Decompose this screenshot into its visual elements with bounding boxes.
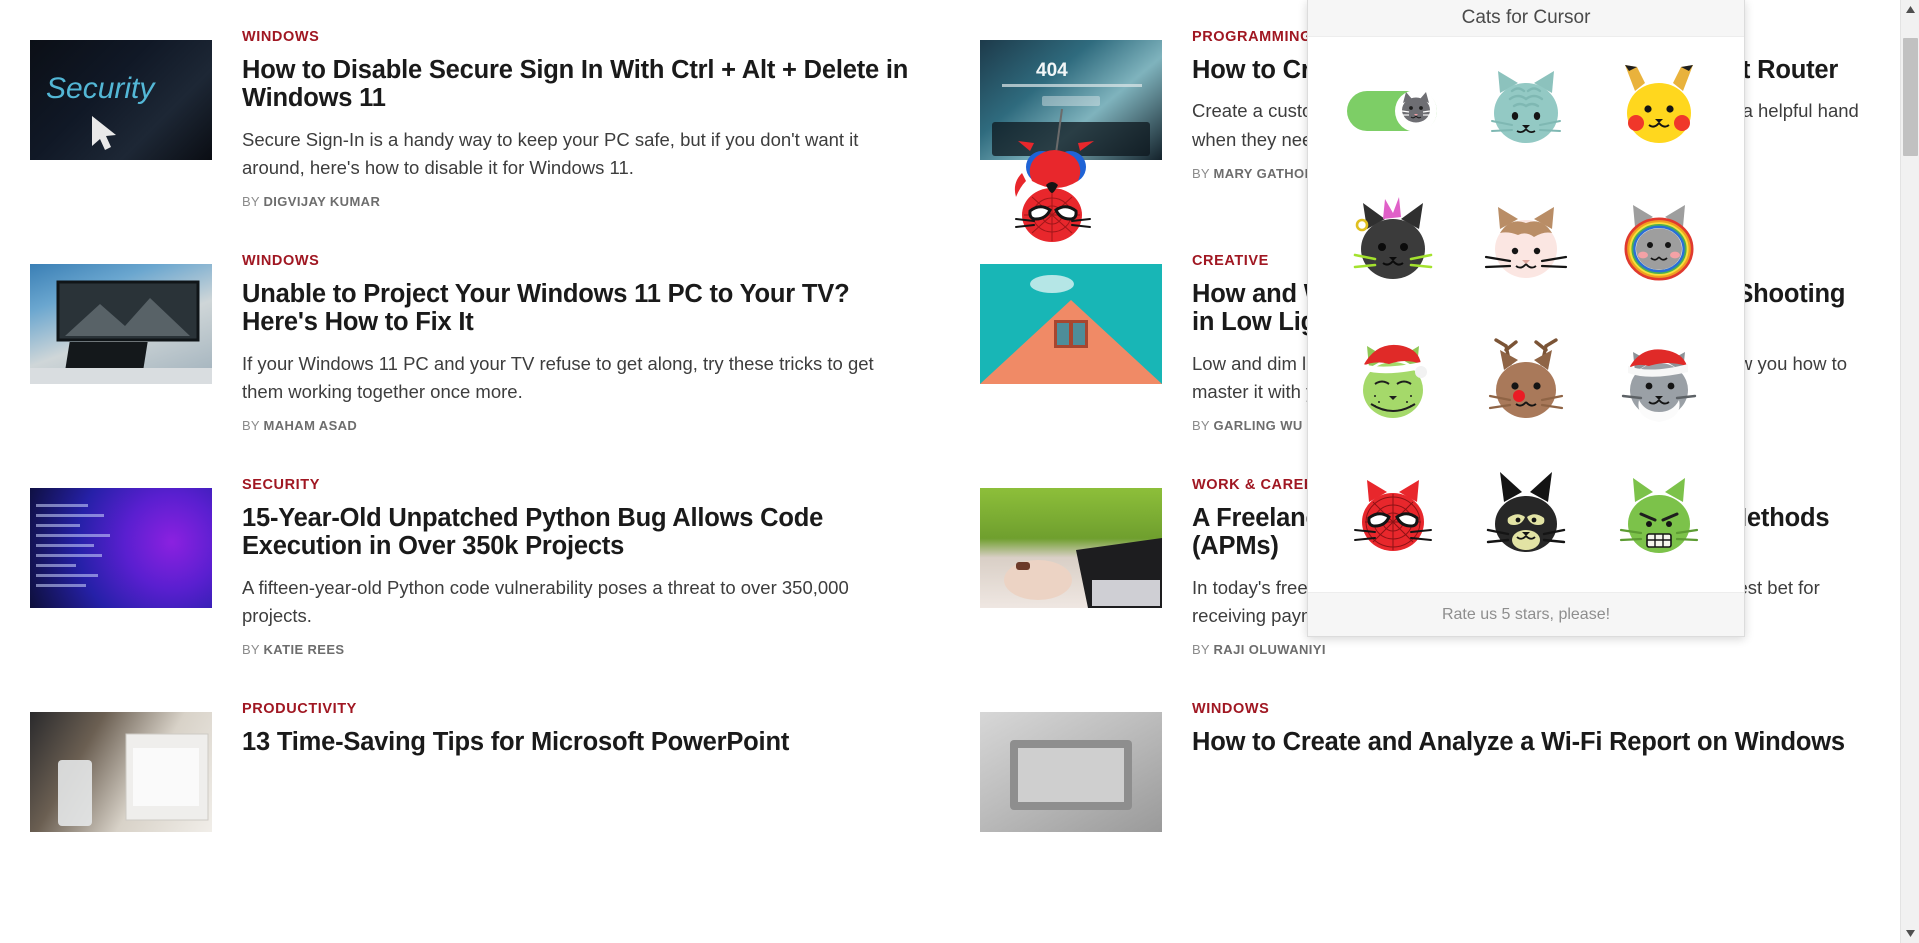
spiderman-cat-icon <box>1353 479 1432 551</box>
byline-prefix: BY <box>242 194 260 210</box>
article-body: PRODUCTIVITY 13 Time-Saving Tips for Mic… <box>212 701 910 769</box>
cat-option-tabby-blue[interactable] <box>1476 59 1576 159</box>
scroll-up-arrow-icon[interactable] <box>1901 0 1919 19</box>
popup-header: Cats for Cursor <box>1308 0 1744 37</box>
article-card[interactable]: WINDOWS How to Create and Analyze a Wi-F… <box>980 690 1900 914</box>
article-body: SECURITY 15-Year-Old Unpatched Python Bu… <box>212 477 910 657</box>
article-card[interactable]: SECURITY 15-Year-Old Unpatched Python Bu… <box>30 466 950 690</box>
rate-us-link[interactable]: Rate us 5 stars, please! <box>1442 606 1610 624</box>
article-body: WINDOWS How to Create and Analyze a Wi-F… <box>1162 701 1860 769</box>
cat-option-rainbow-grey[interactable] <box>1609 195 1709 295</box>
cat-cursor-grid <box>1308 37 1744 592</box>
cat-option-santa[interactable] <box>1609 332 1709 432</box>
byline-author[interactable]: GARLING WU <box>1214 418 1303 433</box>
cat-option-pikachu[interactable] <box>1609 59 1709 159</box>
article-card[interactable]: Security WINDOWS How to Disable Secure S… <box>30 18 950 242</box>
article-thumbnail[interactable] <box>980 712 1162 832</box>
cat-option-hulk[interactable] <box>1609 468 1709 568</box>
article-category[interactable]: PRODUCTIVITY <box>242 701 910 718</box>
scroll-down-arrow-icon[interactable] <box>1901 924 1919 943</box>
article-category[interactable]: WINDOWS <box>1192 701 1860 718</box>
article-body: WINDOWS Unable to Project Your Windows 1… <box>212 253 910 433</box>
cats-for-cursor-popup[interactable]: Cats for Cursor Rate us 5 stars, please! <box>1307 0 1745 637</box>
byline-prefix: BY <box>242 418 260 434</box>
rainbow-grey-cat-icon <box>1624 205 1694 281</box>
byline-prefix: BY <box>1192 418 1210 434</box>
byline-author[interactable]: RAJI OLUWANIYI <box>1214 642 1326 657</box>
cat-option-spiderman[interactable] <box>1343 468 1443 568</box>
toggle-switch-icon <box>1346 90 1437 133</box>
cat-option-cream-tabby[interactable] <box>1476 195 1576 295</box>
article-summary: A fifteen-year-old Python code vulnerabi… <box>242 577 849 627</box>
cat-option-punk-black[interactable] <box>1343 195 1443 295</box>
article-byline: BY KATIE REES <box>242 642 910 657</box>
byline-prefix: BY <box>242 642 260 658</box>
browser-viewport: Security WINDOWS How to Disable Secure S… <box>0 0 1919 943</box>
scrollbar-thumb[interactable] <box>1903 38 1918 156</box>
byline-author[interactable]: DIGVIJAY KUMAR <box>264 194 381 209</box>
popup-title: Cats for Cursor <box>1461 7 1591 28</box>
cat-option-reindeer[interactable] <box>1476 332 1576 432</box>
article-byline: BY MAHAM ASAD <box>242 418 910 433</box>
article-category[interactable]: WINDOWS <box>242 29 910 46</box>
cat-option-batman[interactable] <box>1476 468 1576 568</box>
article-category[interactable]: WINDOWS <box>242 253 910 270</box>
svg-text:404: 404 <box>1036 60 1068 81</box>
pikachu-cat-icon <box>1625 65 1694 144</box>
article-summary: If your Windows 11 PC and your TV refuse… <box>242 353 874 403</box>
article-thumbnail[interactable]: Security <box>30 40 212 160</box>
byline-prefix: BY <box>1192 165 1210 181</box>
article-headline[interactable]: 13 Time-Saving Tips for Microsoft PowerP… <box>242 728 910 757</box>
article-headline[interactable]: How to Disable Secure Sign In With Ctrl … <box>242 56 910 113</box>
article-card[interactable]: WINDOWS Unable to Project Your Windows 1… <box>30 242 950 466</box>
byline-author[interactable]: KATIE REES <box>264 642 345 657</box>
santa-cat-icon <box>1622 349 1697 422</box>
cream-tabby-cat-icon <box>1484 207 1568 279</box>
article-thumbnail[interactable] <box>30 264 212 384</box>
cat-option-grinch[interactable] <box>1343 332 1443 432</box>
article-thumbnail[interactable] <box>30 488 212 608</box>
article-headline[interactable]: How to Create and Analyze a Wi-Fi Report… <box>1192 728 1860 757</box>
article-thumbnail[interactable] <box>30 712 212 832</box>
popup-footer[interactable]: Rate us 5 stars, please! <box>1308 592 1744 636</box>
article-summary: Secure Sign-In is a handy way to keep yo… <box>242 129 859 179</box>
article-byline: BY DIGVIJAY KUMAR <box>242 194 910 209</box>
hulk-cat-icon <box>1620 477 1699 553</box>
punk-black-cat-icon <box>1353 197 1432 280</box>
article-thumbnail[interactable] <box>980 488 1162 608</box>
page-scrollbar[interactable] <box>1900 0 1919 943</box>
article-byline: BY RAJI OLUWANIYI <box>1192 642 1860 657</box>
cursor-toggle-switch[interactable] <box>1343 59 1443 159</box>
article-thumbnail[interactable]: 404 <box>980 40 1162 160</box>
article-headline[interactable]: Unable to Project Your Windows 11 PC to … <box>242 280 910 337</box>
byline-author[interactable]: MARY GATHONI <box>1214 166 1319 181</box>
batman-cat-icon <box>1486 471 1566 552</box>
tabby-blue-cat-icon <box>1490 71 1561 144</box>
article-category[interactable]: SECURITY <box>242 477 910 494</box>
reindeer-cat-icon <box>1488 337 1564 418</box>
article-body: WINDOWS How to Disable Secure Sign In Wi… <box>212 29 910 209</box>
grinch-cat-icon <box>1362 344 1427 418</box>
byline-prefix: BY <box>1192 642 1210 658</box>
byline-author[interactable]: MAHAM ASAD <box>264 418 358 433</box>
svg-text:Security: Security <box>46 72 156 105</box>
article-card[interactable]: PRODUCTIVITY 13 Time-Saving Tips for Mic… <box>30 690 950 914</box>
article-headline[interactable]: 15-Year-Old Unpatched Python Bug Allows … <box>242 504 910 561</box>
article-thumbnail[interactable] <box>980 264 1162 384</box>
left-column: Security WINDOWS How to Disable Secure S… <box>0 18 950 914</box>
